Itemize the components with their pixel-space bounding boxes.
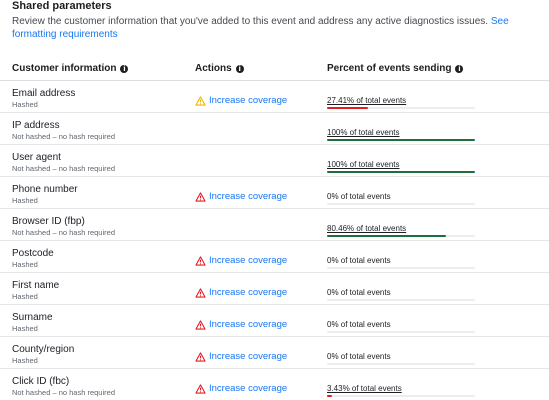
progress-bar	[327, 203, 475, 205]
parameter-name: Browser ID (fbp)	[12, 216, 85, 227]
percent-label: 0% of total events	[327, 256, 391, 265]
parameter-name: First name	[12, 280, 60, 291]
warning-red-icon	[195, 191, 206, 202]
warning-red-icon	[195, 255, 206, 266]
table-row: Phone number Hashed Increase coverage 0% of…	[0, 176, 549, 208]
progress-bar-fill	[327, 107, 368, 109]
progress-bar	[327, 299, 475, 301]
increase-coverage-link[interactable]: Increase coverage	[195, 351, 287, 362]
table-row: Click ID (fbc) Not hashed – no hash requi…	[0, 368, 549, 400]
progress-bar	[327, 139, 475, 141]
percent-label: 0% of total events	[327, 192, 391, 201]
parameter-name: Surname	[12, 312, 53, 323]
table-row: User agent Not hashed – no hash required 1…	[0, 144, 549, 176]
parameter-name: IP address	[12, 120, 60, 131]
increase-coverage-link[interactable]: Increase coverage	[195, 319, 287, 330]
progress-bar-fill	[327, 235, 447, 237]
header-customer-information: Customer information i	[12, 63, 129, 74]
progress-bar	[327, 395, 475, 397]
percent-label: 80.46% of total events	[327, 224, 407, 233]
progress-bar	[327, 171, 475, 173]
increase-coverage-label: Increase coverage	[209, 351, 288, 362]
increase-coverage-label: Increase coverage	[209, 191, 288, 202]
info-icon[interactable]: i	[235, 64, 244, 73]
table-row: County/region Hashed Increase coverage 0% o…	[0, 336, 549, 368]
hashing-status: Hashed	[12, 356, 38, 365]
table-row: Surname Hashed Increase coverage 0% of tota…	[0, 304, 549, 336]
hashing-status: Hashed	[12, 196, 38, 205]
header-actions-label: Actions	[195, 63, 232, 74]
header-customer-information-label: Customer information	[12, 63, 117, 74]
percent-label: 3.43% of total events	[327, 384, 402, 393]
shared-parameters-panel: Shared parameters Review the customer in…	[0, 0, 549, 397]
section-title: Shared parameters	[12, 0, 112, 12]
info-icon[interactable]: i	[120, 64, 129, 73]
increase-coverage-link[interactable]: Increase coverage	[195, 95, 287, 106]
increase-coverage-label: Increase coverage	[209, 95, 288, 106]
table-row: Browser ID (fbp) Not hashed – no hash req…	[0, 208, 549, 240]
increase-coverage-link[interactable]: Increase coverage	[195, 287, 287, 298]
increase-coverage-link[interactable]: Increase coverage	[195, 383, 287, 394]
progress-bar	[327, 267, 475, 269]
warning-red-icon	[195, 319, 206, 330]
info-icon[interactable]: i	[455, 64, 464, 73]
header-actions: Actions i	[195, 63, 244, 74]
section-description: Review the customer information that you…	[12, 15, 532, 41]
parameter-name: Click ID (fbc)	[12, 376, 70, 387]
warning-red-icon	[195, 383, 206, 394]
hashing-status: Not hashed – no hash required	[12, 388, 115, 397]
parameter-name: Email address	[12, 88, 76, 99]
progress-bar	[327, 331, 475, 333]
parameter-name: County/region	[12, 344, 75, 355]
progress-bar	[327, 363, 475, 365]
percent-label: 100% of total events	[327, 128, 400, 137]
increase-coverage-label: Increase coverage	[209, 287, 288, 298]
hashing-status: Not hashed – no hash required	[12, 132, 115, 141]
warning-red-icon	[195, 287, 206, 298]
increase-coverage-link[interactable]: Increase coverage	[195, 255, 287, 266]
parameter-name: User agent	[12, 152, 61, 163]
progress-bar-fill	[327, 171, 475, 173]
progress-bar-fill	[327, 395, 333, 397]
warning-yellow-icon	[195, 95, 206, 106]
increase-coverage-link[interactable]: Increase coverage	[195, 191, 287, 202]
parameter-name: Phone number	[12, 184, 78, 195]
table-row: Email address Hashed Increase coverage 27.4…	[0, 80, 549, 112]
parameter-name: Postcode	[12, 248, 54, 259]
increase-coverage-label: Increase coverage	[209, 383, 288, 394]
progress-bar	[327, 107, 475, 109]
percent-label: 0% of total events	[327, 352, 391, 361]
table-row: Postcode Hashed Increase coverage 0% of tot…	[0, 240, 549, 272]
progress-bar-fill	[327, 139, 475, 141]
header-percent-label: Percent of events sending	[327, 63, 452, 74]
description-text: Review the customer information that you…	[12, 16, 489, 27]
hashing-status: Hashed	[12, 260, 38, 269]
hashing-status: Not hashed – no hash required	[12, 164, 115, 173]
hashing-status: Not hashed – no hash required	[12, 228, 115, 237]
increase-coverage-label: Increase coverage	[209, 319, 288, 330]
hashing-status: Hashed	[12, 292, 38, 301]
increase-coverage-label: Increase coverage	[209, 255, 288, 266]
hashing-status: Hashed	[12, 324, 38, 333]
table-row: First name Hashed Increase coverage 0% of t…	[0, 272, 549, 304]
percent-label: 27.41% of total events	[327, 96, 407, 105]
parameters-table: Email address Hashed Increase coverage 27.4…	[0, 80, 549, 400]
percent-label: 0% of total events	[327, 320, 391, 329]
header-percent-of-events: Percent of events sending i	[327, 63, 464, 74]
hashing-status: Hashed	[12, 100, 38, 109]
warning-red-icon	[195, 351, 206, 362]
table-row: IP address Not hashed – no hash required 1…	[0, 112, 549, 144]
percent-label: 0% of total events	[327, 288, 391, 297]
progress-bar	[327, 235, 475, 237]
percent-label: 100% of total events	[327, 160, 400, 169]
